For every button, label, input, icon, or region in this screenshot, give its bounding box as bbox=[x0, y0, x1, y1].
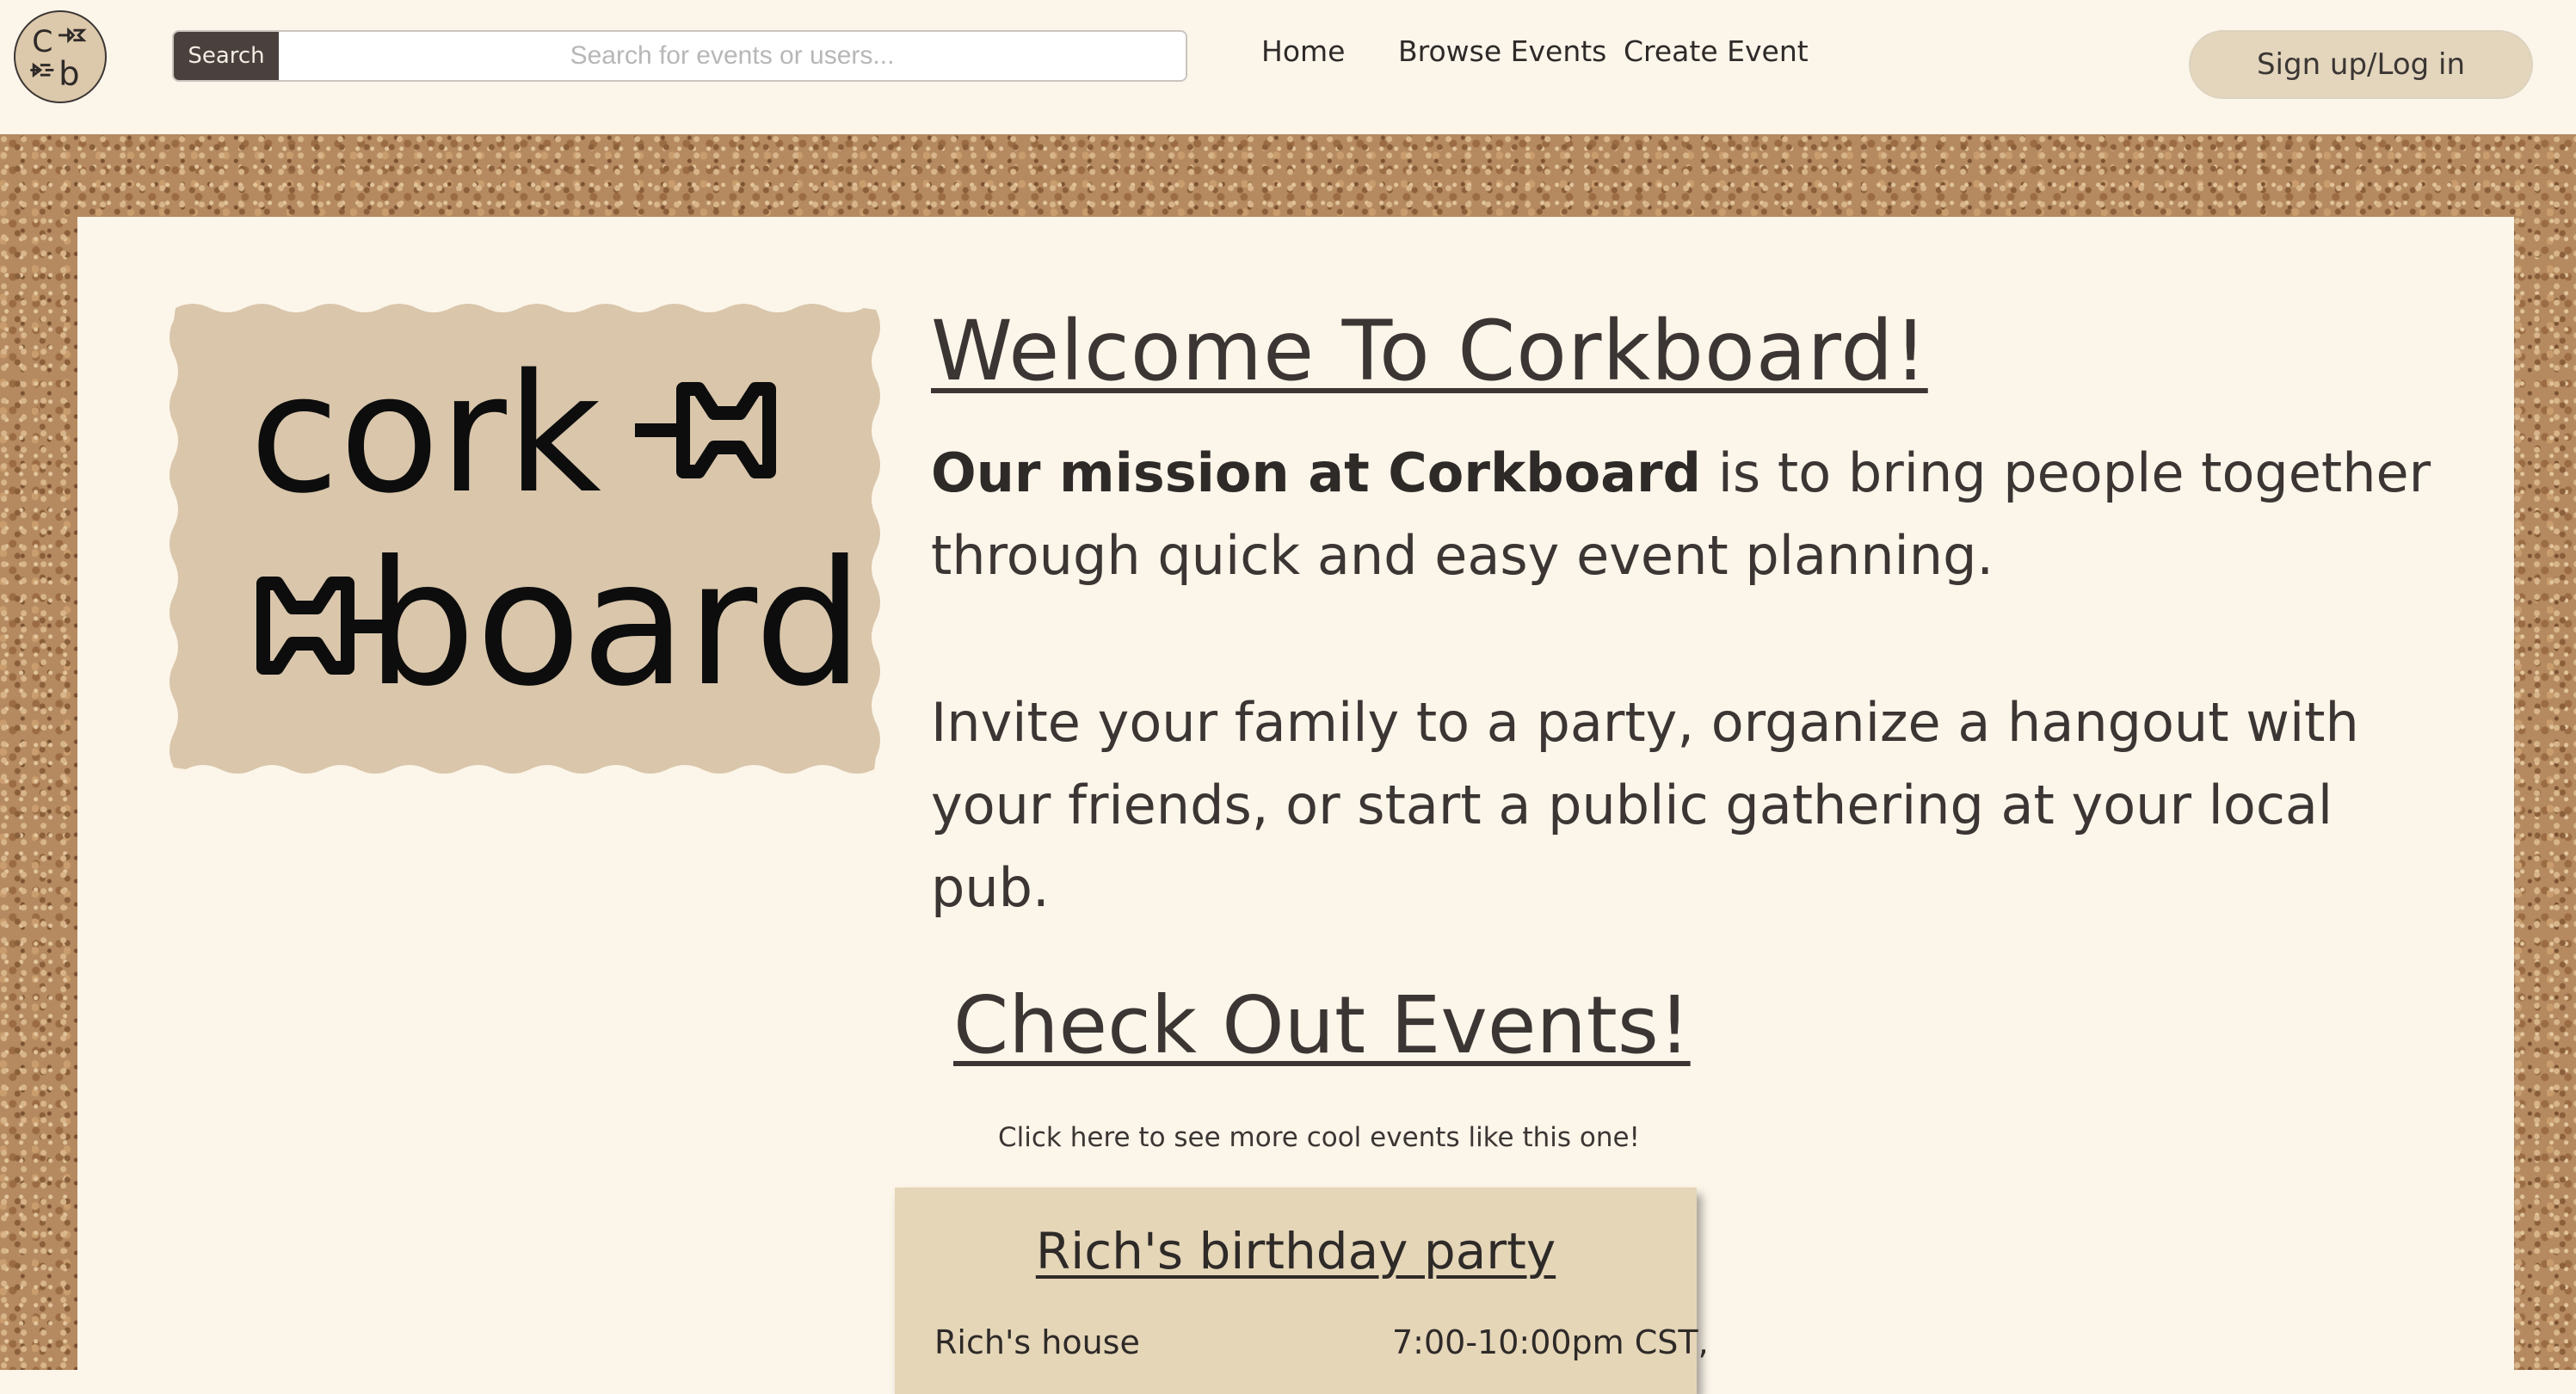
nav-link-browse-events[interactable]: Browse Events bbox=[1398, 34, 1606, 68]
corkboard-logo-icon[interactable]: C b bbox=[14, 10, 107, 103]
mission-bold-text: Our mission at Corkboard bbox=[931, 441, 1701, 504]
welcome-title: Welcome To Corkboard! bbox=[931, 303, 1928, 399]
search-button[interactable]: Search bbox=[174, 32, 279, 80]
hero-logo-line2: board bbox=[367, 524, 864, 725]
main-card: cork board Welcome To Corkboard! Our mis… bbox=[77, 217, 2514, 1394]
signup-login-button[interactable]: Sign up/Log in bbox=[2189, 30, 2533, 99]
more-events-link[interactable]: Click here to see more cool events like … bbox=[998, 1122, 1640, 1153]
event-location: Rich's house bbox=[934, 1323, 1140, 1361]
hero-logo-line1: cork bbox=[250, 339, 601, 529]
events-section-title: Check Out Events! bbox=[953, 979, 1691, 1071]
event-title[interactable]: Rich's birthday party bbox=[895, 1222, 1697, 1280]
nav-link-home[interactable]: Home bbox=[1261, 34, 1345, 68]
featured-event-card[interactable]: Rich's birthday party Rich's house 7:00-… bbox=[895, 1187, 1709, 1394]
mission-text: Our mission at Corkboard is to bring peo… bbox=[931, 432, 2462, 597]
svg-text:b: b bbox=[59, 55, 79, 94]
navbar: C b Search Home Browse Events Create Eve… bbox=[0, 0, 2576, 134]
svg-text:C: C bbox=[32, 25, 52, 59]
search-bar: Search bbox=[172, 30, 1187, 82]
event-time: 7:00-10:00pm CST, bbox=[1392, 1323, 1709, 1361]
invite-text: Invite your family to a party, organize … bbox=[931, 691, 2359, 919]
hero-logo: cork board bbox=[163, 299, 886, 778]
search-input[interactable] bbox=[279, 32, 1186, 80]
nav-link-create-event[interactable]: Create Event bbox=[1624, 34, 1809, 68]
